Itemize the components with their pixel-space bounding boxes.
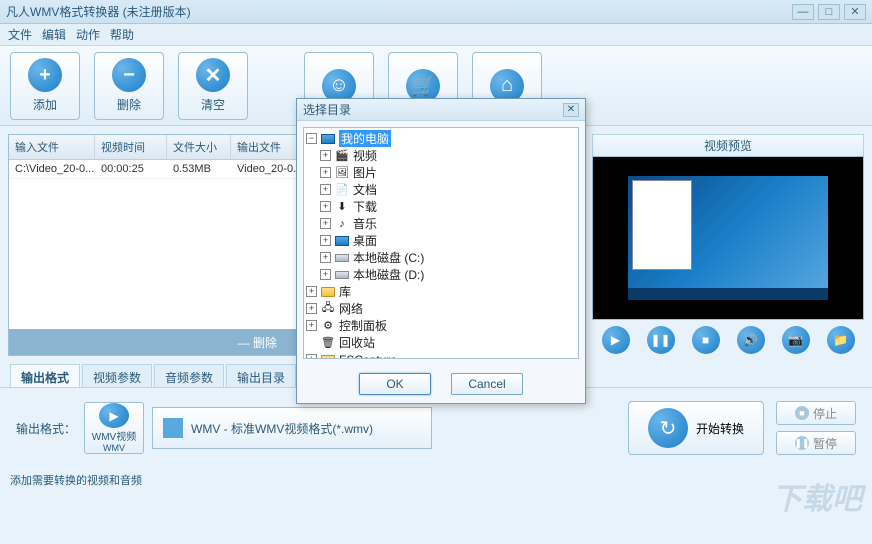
- stop-button[interactable]: ■: [692, 326, 720, 354]
- drive-icon: [335, 254, 349, 262]
- folder-button[interactable]: 📁: [827, 326, 855, 354]
- video-preview: 视频预览 ▶ ❚❚ ■ 🔊 📷 📁: [592, 134, 864, 356]
- tree-my-computer[interactable]: −我的电脑: [306, 130, 576, 147]
- close-button[interactable]: ✕: [844, 4, 866, 20]
- play-icon: ▶: [99, 403, 129, 428]
- tree-desktop[interactable]: +桌面: [306, 232, 576, 249]
- downloads-icon: ⬇: [334, 200, 350, 214]
- minimize-button[interactable]: —: [792, 4, 814, 20]
- tree-library[interactable]: +库: [306, 283, 576, 300]
- directory-tree[interactable]: −我的电脑 +🎬视频 +🖼图片 +📄文档 +⬇下载 +♪音乐 +桌面 +本地磁盘…: [303, 127, 579, 359]
- col-video-time[interactable]: 视频时间: [95, 135, 167, 159]
- control-icon: ⚙: [320, 319, 336, 333]
- folder-icon: [321, 355, 335, 360]
- pause-convert-button[interactable]: ❚❚暂停: [776, 431, 856, 455]
- tree-drive-c[interactable]: +本地磁盘 (C:): [306, 249, 576, 266]
- drive-icon: [335, 271, 349, 279]
- delete-button[interactable]: −删除: [94, 52, 164, 120]
- tab-output-dir[interactable]: 输出目录: [226, 364, 296, 387]
- pause-button[interactable]: ❚❚: [647, 326, 675, 354]
- video-icon: 🎬: [334, 149, 350, 163]
- preview-title: 视频预览: [592, 134, 864, 156]
- menubar: 文件 编辑 动作 帮助: [0, 24, 872, 46]
- tree-fscapture[interactable]: +FSCapture: [306, 351, 576, 359]
- tree-recycle[interactable]: 🗑回收站: [306, 334, 576, 351]
- titlebar: 凡人WMV格式转换器 (未注册版本) — □ ✕: [0, 0, 872, 24]
- tab-audio-params[interactable]: 音频参数: [154, 364, 224, 387]
- select-directory-dialog: 选择目录 ✕ −我的电脑 +🎬视频 +🖼图片 +📄文档 +⬇下载 +♪音乐 +桌…: [296, 98, 586, 404]
- output-format-label: 输出格式：: [16, 420, 76, 437]
- wmv-format-button[interactable]: ▶ WMV视频 WMV: [84, 402, 144, 454]
- volume-button[interactable]: 🔊: [737, 326, 765, 354]
- preview-thumbnail: [628, 176, 828, 300]
- plus-icon: +: [28, 58, 62, 92]
- add-button[interactable]: +添加: [10, 52, 80, 120]
- app-title: 凡人WMV格式转换器 (未注册版本): [6, 3, 792, 20]
- play-button[interactable]: ▶: [602, 326, 630, 354]
- tree-control-panel[interactable]: +⚙控制面板: [306, 317, 576, 334]
- col-input-file[interactable]: 输入文件: [9, 135, 95, 159]
- preview-canvas: [592, 156, 864, 320]
- dialog-title: 选择目录: [303, 101, 351, 118]
- x-icon: ✕: [196, 58, 230, 92]
- stop-convert-button[interactable]: ■停止: [776, 401, 856, 425]
- tab-output-format[interactable]: 输出格式: [10, 364, 80, 387]
- window-buttons: — □ ✕: [792, 4, 866, 20]
- library-icon: [321, 287, 335, 297]
- stop-icon: ■: [795, 406, 809, 420]
- start-convert-button[interactable]: ↻ 开始转换: [628, 401, 764, 455]
- dialog-cancel-button[interactable]: Cancel: [451, 373, 523, 395]
- clear-button[interactable]: ✕清空: [178, 52, 248, 120]
- recycle-icon: 🗑: [320, 336, 336, 350]
- tab-video-params[interactable]: 视频参数: [82, 364, 152, 387]
- format-select[interactable]: WMV - 标准WMV视频格式(*.wmv): [152, 407, 432, 449]
- monitor-icon: [321, 134, 335, 144]
- minus-icon: −: [112, 58, 146, 92]
- desktop-icon: [335, 236, 349, 246]
- dialog-titlebar: 选择目录 ✕: [297, 99, 585, 121]
- tree-downloads[interactable]: +⬇下载: [306, 198, 576, 215]
- tree-pictures[interactable]: +🖼图片: [306, 164, 576, 181]
- status-bar: 添加需要转换的视频和音频: [0, 468, 872, 490]
- format-icon: [163, 418, 183, 438]
- pictures-icon: 🖼: [334, 166, 350, 180]
- footer-delete[interactable]: — 删除: [238, 334, 277, 351]
- dialog-ok-button[interactable]: OK: [359, 373, 431, 395]
- col-file-size[interactable]: 文件大小: [167, 135, 231, 159]
- tree-documents[interactable]: +📄文档: [306, 181, 576, 198]
- refresh-icon: ↻: [648, 408, 688, 448]
- dialog-close-button[interactable]: ✕: [563, 103, 579, 117]
- menu-action[interactable]: 动作: [76, 26, 100, 43]
- menu-edit[interactable]: 编辑: [42, 26, 66, 43]
- menu-file[interactable]: 文件: [8, 26, 32, 43]
- maximize-button[interactable]: □: [818, 4, 840, 20]
- menu-help[interactable]: 帮助: [110, 26, 134, 43]
- col-output-file[interactable]: 输出文件: [231, 135, 301, 159]
- snapshot-button[interactable]: 📷: [782, 326, 810, 354]
- music-icon: ♪: [334, 217, 350, 231]
- network-icon: 🖧: [320, 302, 336, 316]
- documents-icon: 📄: [334, 183, 350, 197]
- tree-music[interactable]: +♪音乐: [306, 215, 576, 232]
- tree-video[interactable]: +🎬视频: [306, 147, 576, 164]
- tree-drive-d[interactable]: +本地磁盘 (D:): [306, 266, 576, 283]
- pause-icon: ❚❚: [795, 436, 809, 450]
- tree-network[interactable]: +🖧网络: [306, 300, 576, 317]
